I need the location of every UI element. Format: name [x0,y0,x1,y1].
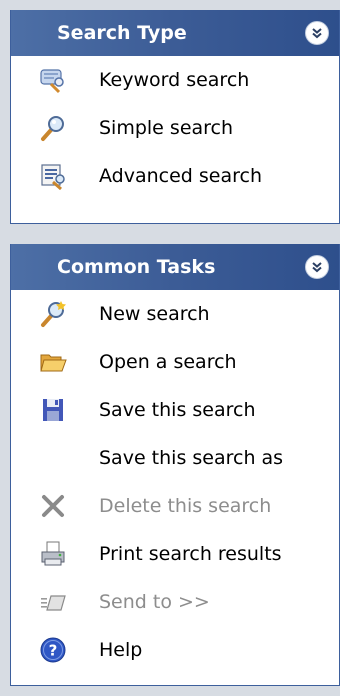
svg-text:?: ? [49,642,58,660]
print-results-item[interactable]: Print search results [11,530,339,578]
magnifier-icon [39,114,67,142]
send-to-item: Send to >> [11,578,339,626]
save-search-as-item[interactable]: Save this search as [11,434,339,482]
common-tasks-panel: Common Tasks New search Open a search Sa… [10,244,340,686]
keyword-search-item[interactable]: Keyword search [11,56,339,104]
delete-x-icon [39,492,67,520]
common-tasks-header[interactable]: Common Tasks [11,244,339,290]
open-search-item[interactable]: Open a search [11,338,339,386]
help-label: Help [99,639,143,661]
delete-search-item: Delete this search [11,482,339,530]
new-search-label: New search [99,303,210,325]
delete-search-label: Delete this search [99,495,272,517]
printer-icon [39,540,67,568]
send-to-icon [39,588,67,616]
keyword-search-icon [39,66,67,94]
folder-open-icon [39,348,67,376]
simple-search-item[interactable]: Simple search [11,104,339,152]
new-search-icon [39,300,67,328]
collapse-chevron-icon[interactable] [305,255,329,279]
advanced-search-icon [39,162,67,190]
advanced-search-label: Advanced search [99,165,263,187]
search-type-panel: Search Type Keyword search Simple search… [10,10,340,224]
save-search-as-label: Save this search as [99,447,284,469]
new-search-item[interactable]: New search [11,290,339,338]
print-results-label: Print search results [99,543,282,565]
help-item[interactable]: ? Help [11,626,339,674]
common-tasks-title: Common Tasks [57,256,216,278]
send-to-label: Send to >> [99,591,210,613]
collapse-chevron-icon[interactable] [305,21,329,45]
floppy-disk-icon [39,396,67,424]
advanced-search-item[interactable]: Advanced search [11,152,339,200]
search-type-header[interactable]: Search Type [11,10,339,56]
save-search-item[interactable]: Save this search [11,386,339,434]
search-type-title: Search Type [57,22,187,44]
simple-search-label: Simple search [99,117,234,139]
open-search-label: Open a search [99,351,237,373]
keyword-search-label: Keyword search [99,69,250,91]
save-search-label: Save this search [99,399,256,421]
help-icon: ? [39,636,67,664]
